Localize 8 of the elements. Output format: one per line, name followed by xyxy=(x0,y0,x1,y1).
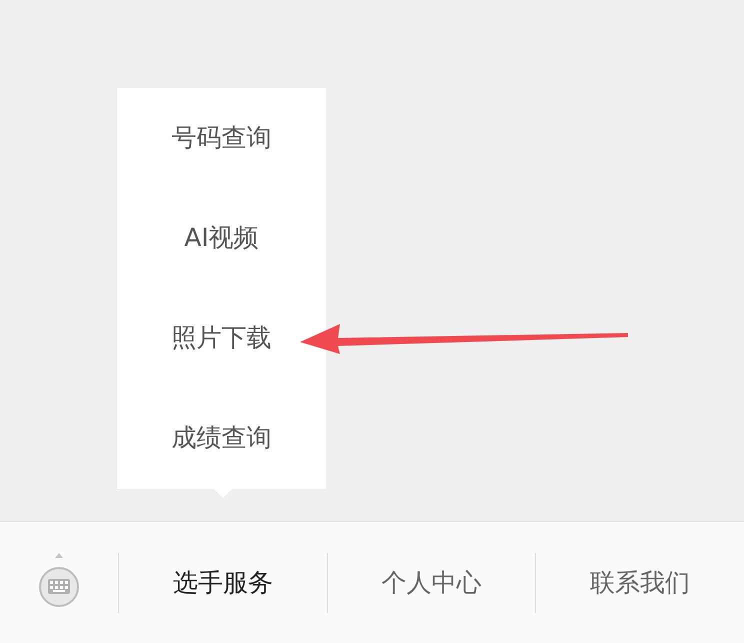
keyboard-icon[interactable] xyxy=(38,552,80,608)
bottom-tab[interactable]: 个人中心 xyxy=(382,564,482,602)
bottom-tab[interactable]: 联系我们 xyxy=(590,564,690,602)
menu-item[interactable]: 成绩查询 xyxy=(172,419,272,457)
menu-item[interactable]: 照片下载 xyxy=(172,319,272,357)
menu-item[interactable]: AI视频 xyxy=(184,219,259,257)
bottom-tab[interactable]: 选手服务 xyxy=(172,564,273,602)
menu-item[interactable]: 号码查询 xyxy=(172,119,272,157)
